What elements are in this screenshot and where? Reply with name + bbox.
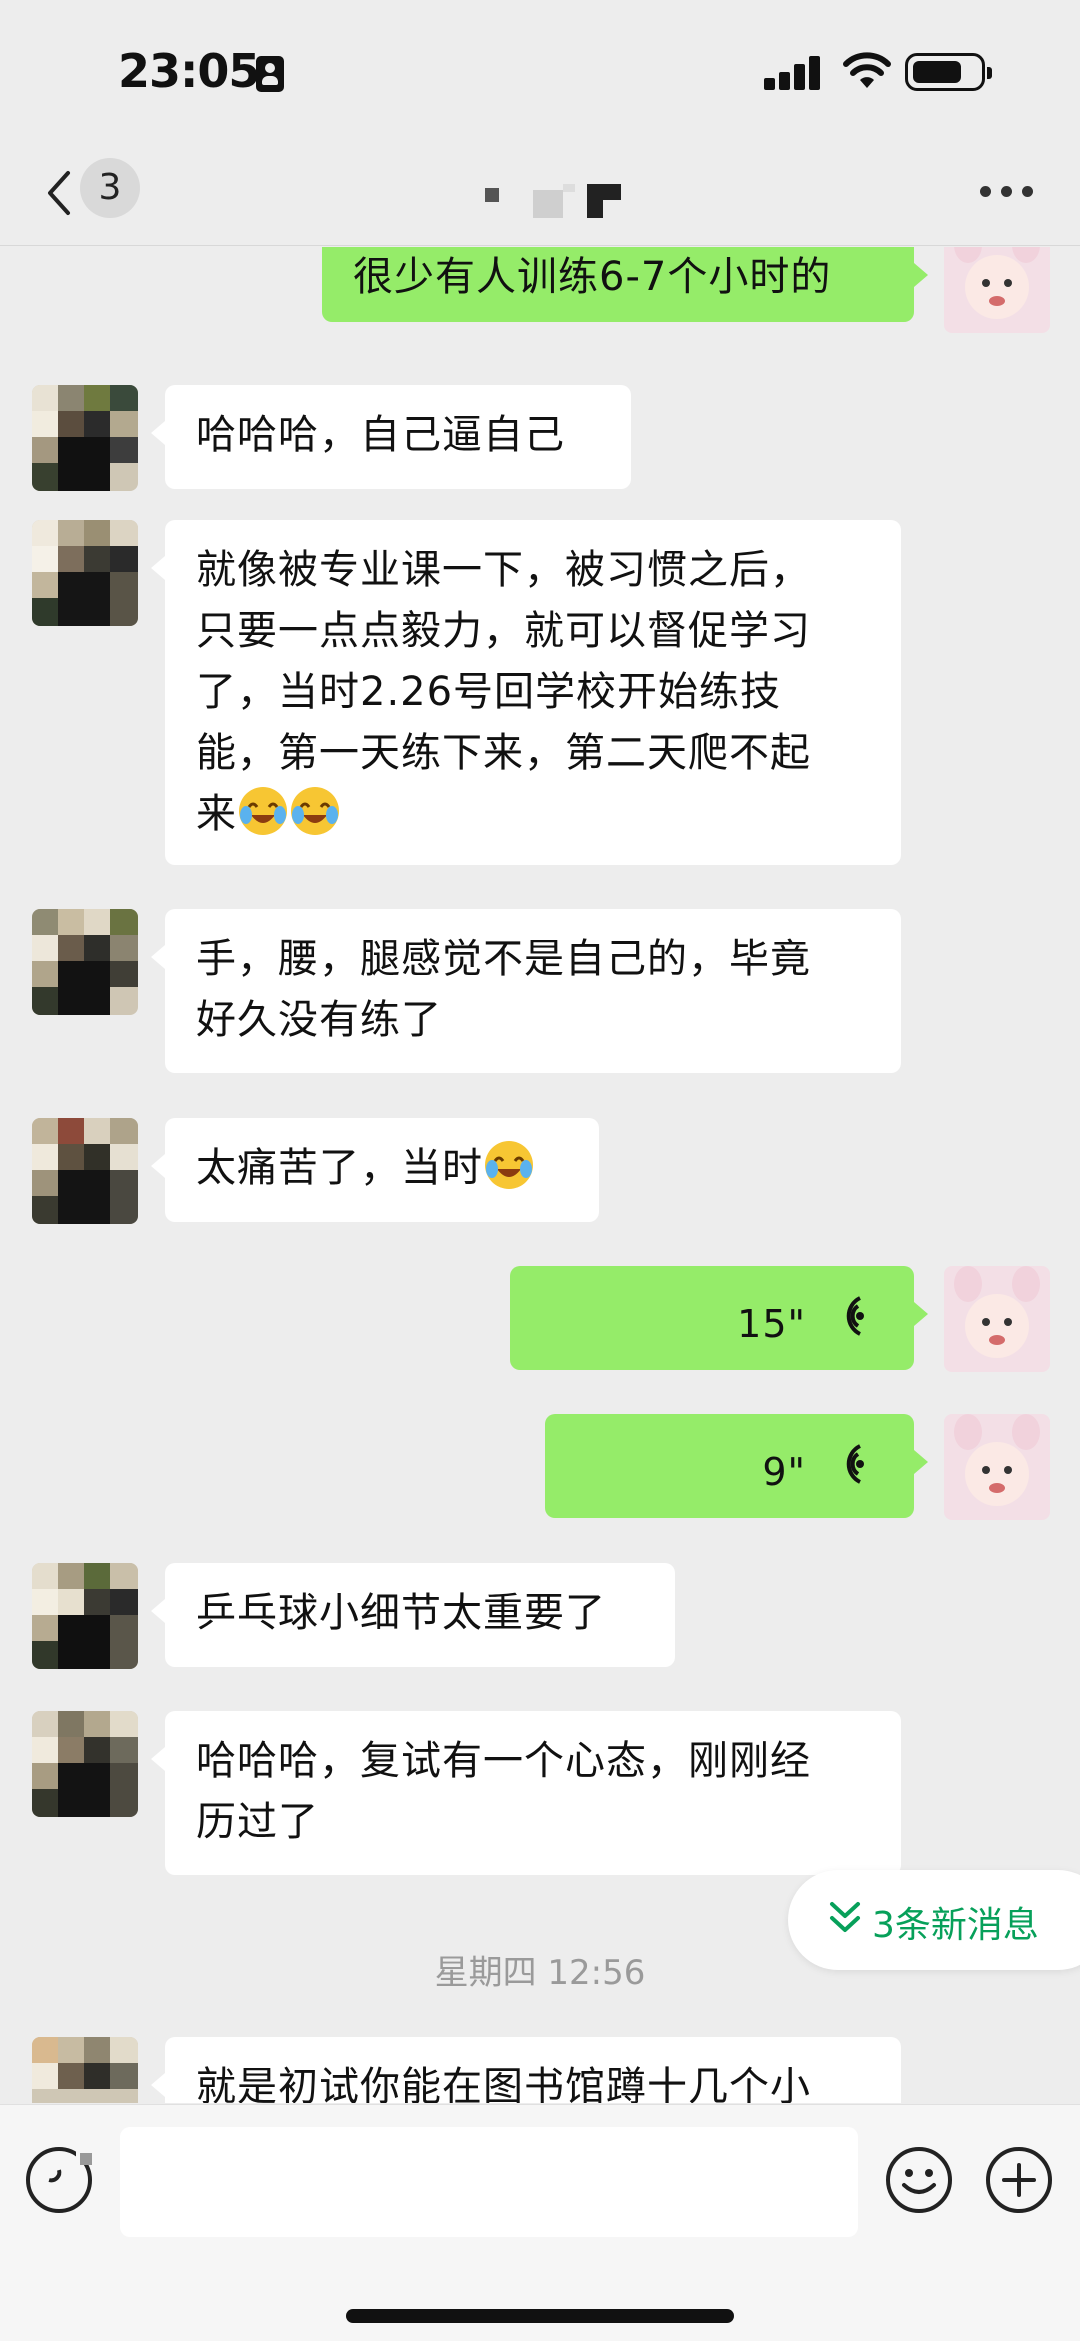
voice-wave-icon: [846, 1296, 864, 1336]
unread-count-badge[interactable]: 3: [80, 158, 140, 218]
outgoing-text-bubble[interactable]: 很少有人训练6-7个小时的: [322, 247, 928, 322]
contact-avatar[interactable]: [32, 1711, 138, 1817]
double-chevron-down-icon: [830, 1902, 860, 1932]
my-avatar[interactable]: [944, 1266, 1050, 1372]
home-indicator[interactable]: [346, 2309, 734, 2323]
incoming-text-bubble[interactable]: 太痛苦了，当时: [151, 1118, 599, 1222]
message-line: 哈哈哈，复试有一个心态，刚刚经: [196, 1738, 811, 1784]
message-line: 就像被专业课一下，被习惯之后，: [196, 547, 811, 593]
voice-input-icon[interactable]: [24, 2145, 94, 2215]
incoming-text-bubble[interactable]: 就是初试你能在图书馆蹲十几个小: [151, 2037, 901, 2103]
contact-card-icon: [256, 56, 284, 92]
outgoing-voice-bubble[interactable]: 15": [510, 1266, 928, 1370]
contact-avatar[interactable]: [32, 1118, 138, 1224]
voice-duration: 9": [762, 1450, 806, 1494]
contact-avatar[interactable]: [32, 385, 138, 491]
incoming-text-bubble[interactable]: 就像被专业课一下，被习惯之后， 只要一点点毅力，就可以督促学习 了，当时2.26…: [151, 520, 901, 865]
message-input[interactable]: [120, 2127, 858, 2237]
incoming-text-bubble[interactable]: 乒乓球小细节太重要了: [151, 1563, 675, 1667]
wifi-icon: [843, 52, 891, 88]
chat-header: 3: [0, 140, 1080, 246]
voice-duration: 15": [737, 1302, 806, 1346]
contact-avatar[interactable]: [32, 2037, 138, 2103]
status-time: 23:05: [118, 44, 260, 98]
voice-wave-icon: [846, 1444, 864, 1484]
laugh-cry-emoji-icon: [291, 787, 339, 835]
incoming-text-bubble[interactable]: 哈哈哈，复试有一个心态，刚刚经 历过了: [151, 1711, 901, 1875]
laugh-cry-emoji-icon: [239, 787, 287, 835]
message-line: 来: [196, 791, 237, 837]
message-list[interactable]: 很少有人训练6-7个小时的 哈哈哈，自己逼自己 就像被专业课一下，被习惯之后， …: [0, 247, 1080, 2103]
my-avatar[interactable]: [944, 1414, 1050, 1520]
contact-name-mosaic: [485, 184, 621, 218]
message-line: 好久没有练了: [196, 997, 442, 1043]
contact-avatar[interactable]: [32, 909, 138, 1015]
message-line: 手，腰，腿感觉不是自己的，毕竟: [196, 936, 811, 982]
message-text: 就是初试你能在图书馆蹲十几个小: [196, 2064, 811, 2103]
contact-avatar[interactable]: [32, 1563, 138, 1669]
message-line-with-emoji: 来: [196, 784, 870, 845]
input-bar: [0, 2104, 1080, 2341]
message-line: 了，当时2.26号回学校开始练技: [196, 669, 782, 715]
laugh-cry-emoji-icon: [485, 1141, 533, 1189]
new-messages-label: 3条新消息: [872, 1905, 1039, 1946]
cellular-signal-icon: [764, 54, 822, 90]
message-line: 历过了: [196, 1799, 319, 1845]
message-text: 很少有人训练6-7个小时的: [353, 254, 832, 300]
incoming-text-bubble[interactable]: 哈哈哈，自己逼自己: [151, 385, 631, 489]
outgoing-voice-bubble[interactable]: 9": [545, 1414, 928, 1518]
message-line: 只要一点点毅力，就可以督促学习: [196, 608, 811, 654]
status-bar: 23:05: [0, 0, 1080, 140]
incoming-text-bubble[interactable]: 手，腰，腿感觉不是自己的，毕竟 好久没有练了: [151, 909, 901, 1073]
message-line: 能，第一天练下来，第二天爬不起: [196, 730, 811, 776]
message-text: 哈哈哈，自己逼自己: [196, 412, 565, 458]
emoji-icon[interactable]: [884, 2145, 954, 2215]
battery-icon: [905, 53, 992, 91]
contact-avatar[interactable]: [32, 520, 138, 626]
new-messages-button[interactable]: 3条新消息: [788, 1870, 1080, 1970]
message-text: 乒乓球小细节太重要了: [196, 1590, 606, 1636]
my-avatar[interactable]: [944, 247, 1050, 333]
plus-icon[interactable]: [984, 2145, 1054, 2215]
back-arrow-icon[interactable]: [40, 168, 80, 218]
more-options-icon[interactable]: [980, 186, 1034, 198]
message-text: 太痛苦了，当时: [196, 1145, 483, 1191]
